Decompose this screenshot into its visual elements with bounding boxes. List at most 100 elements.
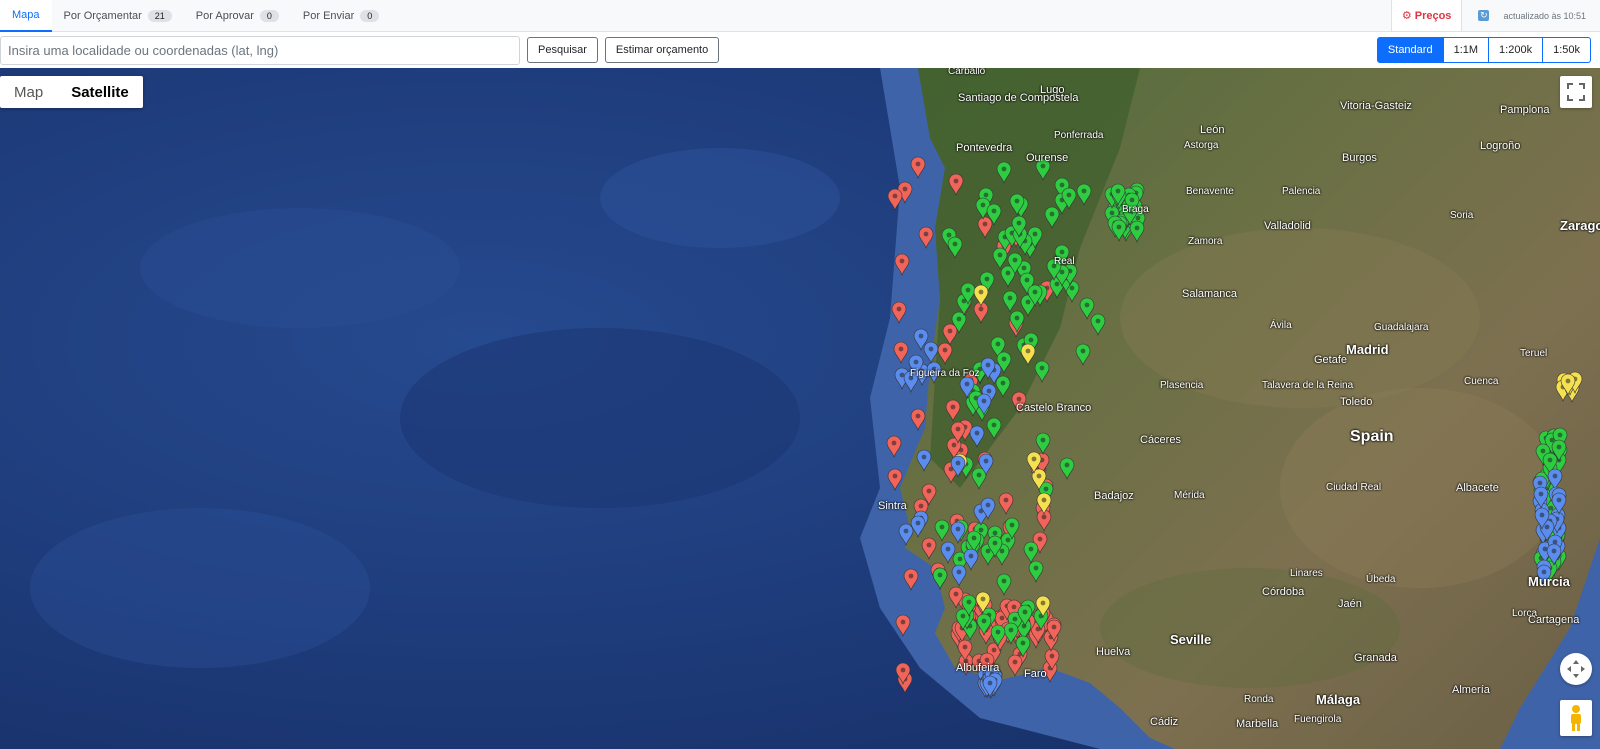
map-place-label: Albufeira	[956, 662, 1000, 674]
prices-button[interactable]: ⚙ Preços	[1390, 0, 1463, 31]
map-place-label: Soria	[1450, 210, 1474, 221]
map-place-label: Pamplona	[1500, 104, 1550, 116]
location-marker-green[interactable]	[1076, 183, 1092, 206]
search-button[interactable]: Pesquisar	[527, 37, 598, 63]
map-place-label: Huelva	[1096, 646, 1131, 658]
location-marker-red[interactable]	[891, 301, 907, 324]
location-marker-green[interactable]	[1002, 290, 1018, 313]
location-marker-red[interactable]	[894, 253, 910, 276]
fullscreen-button[interactable]	[1560, 76, 1592, 108]
map-type-satellite-button[interactable]: Satellite	[57, 76, 143, 108]
tab-por-orcamentar[interactable]: Por Orçamentar 21	[52, 0, 184, 32]
street-view-pegman[interactable]	[1560, 700, 1592, 736]
map-place-label: Benavente	[1186, 186, 1234, 197]
location-marker-green[interactable]	[996, 573, 1012, 596]
count-badge: 0	[259, 10, 279, 22]
location-marker-green[interactable]	[996, 161, 1012, 184]
location-marker-red[interactable]	[948, 173, 964, 196]
location-marker-green[interactable]	[1079, 297, 1095, 320]
map-place-label: Murcia	[1528, 574, 1570, 589]
location-marker-red[interactable]	[893, 341, 909, 364]
location-marker-blue[interactable]	[898, 523, 914, 546]
location-marker-red[interactable]	[887, 188, 903, 211]
location-marker-green[interactable]	[1044, 206, 1060, 229]
location-marker-blue[interactable]	[969, 425, 985, 448]
pegman-icon	[1571, 705, 1581, 731]
map-place-label: Astorga	[1184, 140, 1219, 151]
location-marker-green[interactable]	[1028, 560, 1044, 583]
location-marker-green[interactable]	[1111, 219, 1127, 242]
pan-arrows-icon	[1567, 660, 1585, 678]
location-marker-green[interactable]	[1090, 313, 1106, 336]
location-marker-red[interactable]	[921, 537, 937, 560]
location-marker-green[interactable]	[1023, 541, 1039, 564]
location-marker-blue[interactable]	[923, 341, 939, 364]
map-place-label: Ponferrada	[1054, 130, 1104, 141]
estimate-budget-button[interactable]: Estimar orçamento	[604, 37, 720, 63]
location-marker-red[interactable]	[937, 342, 953, 365]
location-marker-green[interactable]	[932, 567, 948, 590]
camera-control-button[interactable]	[1560, 653, 1592, 685]
map-place-label: Marbella	[1236, 718, 1279, 730]
location-marker-green[interactable]	[1035, 432, 1051, 455]
scale-200k-button[interactable]: 1:200k	[1489, 37, 1544, 63]
location-marker-red[interactable]	[977, 216, 993, 239]
map-place-label: Ourense	[1026, 152, 1069, 164]
location-marker-blue[interactable]	[950, 521, 966, 544]
location-marker-blue[interactable]	[910, 515, 926, 538]
location-marker-green[interactable]	[1075, 343, 1091, 366]
location-marker-green[interactable]	[947, 236, 963, 259]
map-place-label: Talavera de la Reina	[1262, 380, 1354, 391]
map-place-label: Cuenca	[1464, 376, 1499, 387]
location-marker-red[interactable]	[903, 568, 919, 591]
top-tab-bar: Mapa Por Orçamentar 21 Por Aprovar 0 Por E…	[0, 0, 1600, 32]
map-place-label: Málaga	[1316, 692, 1361, 707]
location-marker-red[interactable]	[998, 492, 1014, 515]
map-canvas[interactable]: Carballo Lugo Santiago de Compostela Ponfer…	[0, 68, 1600, 749]
location-marker-blue[interactable]	[916, 449, 932, 472]
tab-label: Por Enviar	[302, 10, 355, 22]
location-marker-green[interactable]	[995, 375, 1011, 398]
location-marker-green[interactable]	[934, 519, 950, 542]
scale-standard-button[interactable]: Standard	[1376, 37, 1444, 63]
map-place-label: Palencia	[1282, 186, 1321, 197]
location-marker-red[interactable]	[1007, 654, 1023, 677]
map-place-label: Zamora	[1188, 236, 1223, 247]
map-place-label: Seville	[1170, 632, 1212, 647]
location-marker-blue[interactable]	[963, 548, 979, 571]
location-marker-green[interactable]	[1059, 457, 1075, 480]
location-marker-yellow[interactable]	[1020, 343, 1036, 366]
location-marker-red[interactable]	[895, 614, 911, 637]
location-marker-green[interactable]	[1034, 360, 1050, 383]
scale-1m-button[interactable]: 1:1M	[1443, 37, 1490, 63]
location-marker-green[interactable]	[986, 417, 1002, 440]
refresh-button[interactable]: ↻	[1478, 0, 1490, 31]
location-marker-blue[interactable]	[951, 564, 967, 587]
map-place-label: Zarago	[1560, 218, 1600, 233]
map-place-label: Cáceres	[1140, 434, 1181, 446]
tab-mapa[interactable]: Mapa	[0, 0, 52, 32]
location-marker-green[interactable]	[1129, 220, 1145, 243]
tab-por-enviar[interactable]: Por Enviar 0	[291, 0, 391, 32]
map-place-label: Salamanca	[1182, 288, 1238, 300]
scale-50k-button[interactable]: 1:50k	[1543, 37, 1591, 63]
location-marker-red[interactable]	[910, 408, 926, 431]
location-marker-yellow[interactable]	[973, 284, 989, 307]
location-marker-red[interactable]	[887, 468, 903, 491]
map-place-label: Almería	[1452, 684, 1490, 696]
tab-por-aprovar[interactable]: Por Aprovar 0	[184, 0, 291, 32]
map-place-label: Getafe	[1314, 354, 1348, 366]
map-type-map-button[interactable]: Map	[0, 76, 57, 108]
refresh-icon: ↻	[1478, 10, 1490, 21]
map-place-label: Ávila	[1270, 320, 1292, 331]
location-search-input[interactable]	[0, 35, 520, 65]
location-marker-red[interactable]	[918, 226, 934, 249]
location-marker-red[interactable]	[910, 156, 926, 179]
scale-button-group: Standard 1:1M 1:200k 1:50k	[1376, 37, 1591, 63]
location-marker-red[interactable]	[945, 399, 961, 422]
location-marker-red[interactable]	[886, 435, 902, 458]
map-place-label: Fuengirola	[1294, 714, 1342, 725]
location-marker-green[interactable]	[992, 247, 1008, 270]
map-place-label: Faro	[1024, 668, 1047, 680]
location-marker-red[interactable]	[942, 323, 958, 346]
